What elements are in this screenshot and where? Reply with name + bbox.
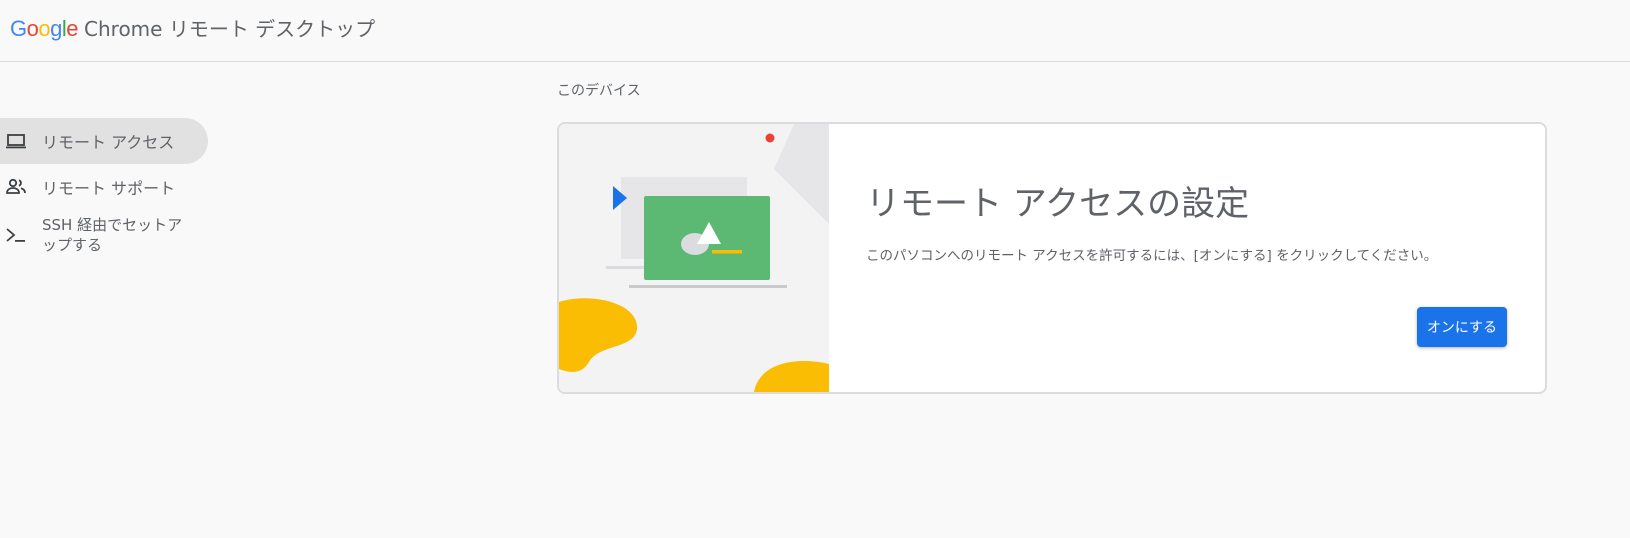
sidebar-item-ssh-setup[interactable]: SSH 経由でセットアップする [0, 210, 208, 260]
section-label-this-device: このデバイス [557, 83, 641, 99]
sidebar-item-remote-access[interactable]: リモート アクセス [0, 118, 208, 164]
sidebar-item-label: リモート アクセス [42, 133, 175, 152]
setup-illustration [559, 124, 829, 392]
card-description: このパソコンへのリモート アクセスを許可するには、[オンにする] をクリックして… [866, 248, 1438, 264]
sidebar-item-label: リモート サポート [42, 179, 176, 198]
remote-access-setup-card: リモート アクセスの設定 このパソコンへのリモート アクセスを許可するには、[オ… [557, 122, 1547, 394]
laptop-icon [6, 134, 26, 149]
app-brand[interactable]: Google Chrome リモート デスクトップ [10, 13, 375, 42]
sidebar-item-label: SSH 経由でセットアップする [42, 216, 183, 254]
app-header: Google Chrome リモート デスクトップ [0, 0, 1630, 62]
turn-on-button[interactable]: オンにする [1416, 307, 1507, 347]
people-icon [6, 178, 26, 194]
product-name: Chrome リモート デスクトップ [84, 17, 376, 41]
terminal-icon [6, 228, 25, 242]
sidebar-nav: リモート アクセス リモート サポート SSH 経由でセットアップする [0, 118, 210, 260]
sidebar-item-remote-support[interactable]: リモート サポート [0, 164, 208, 210]
card-title: リモート アクセスの設定 [866, 184, 1250, 224]
google-logo: Google [10, 16, 79, 41]
